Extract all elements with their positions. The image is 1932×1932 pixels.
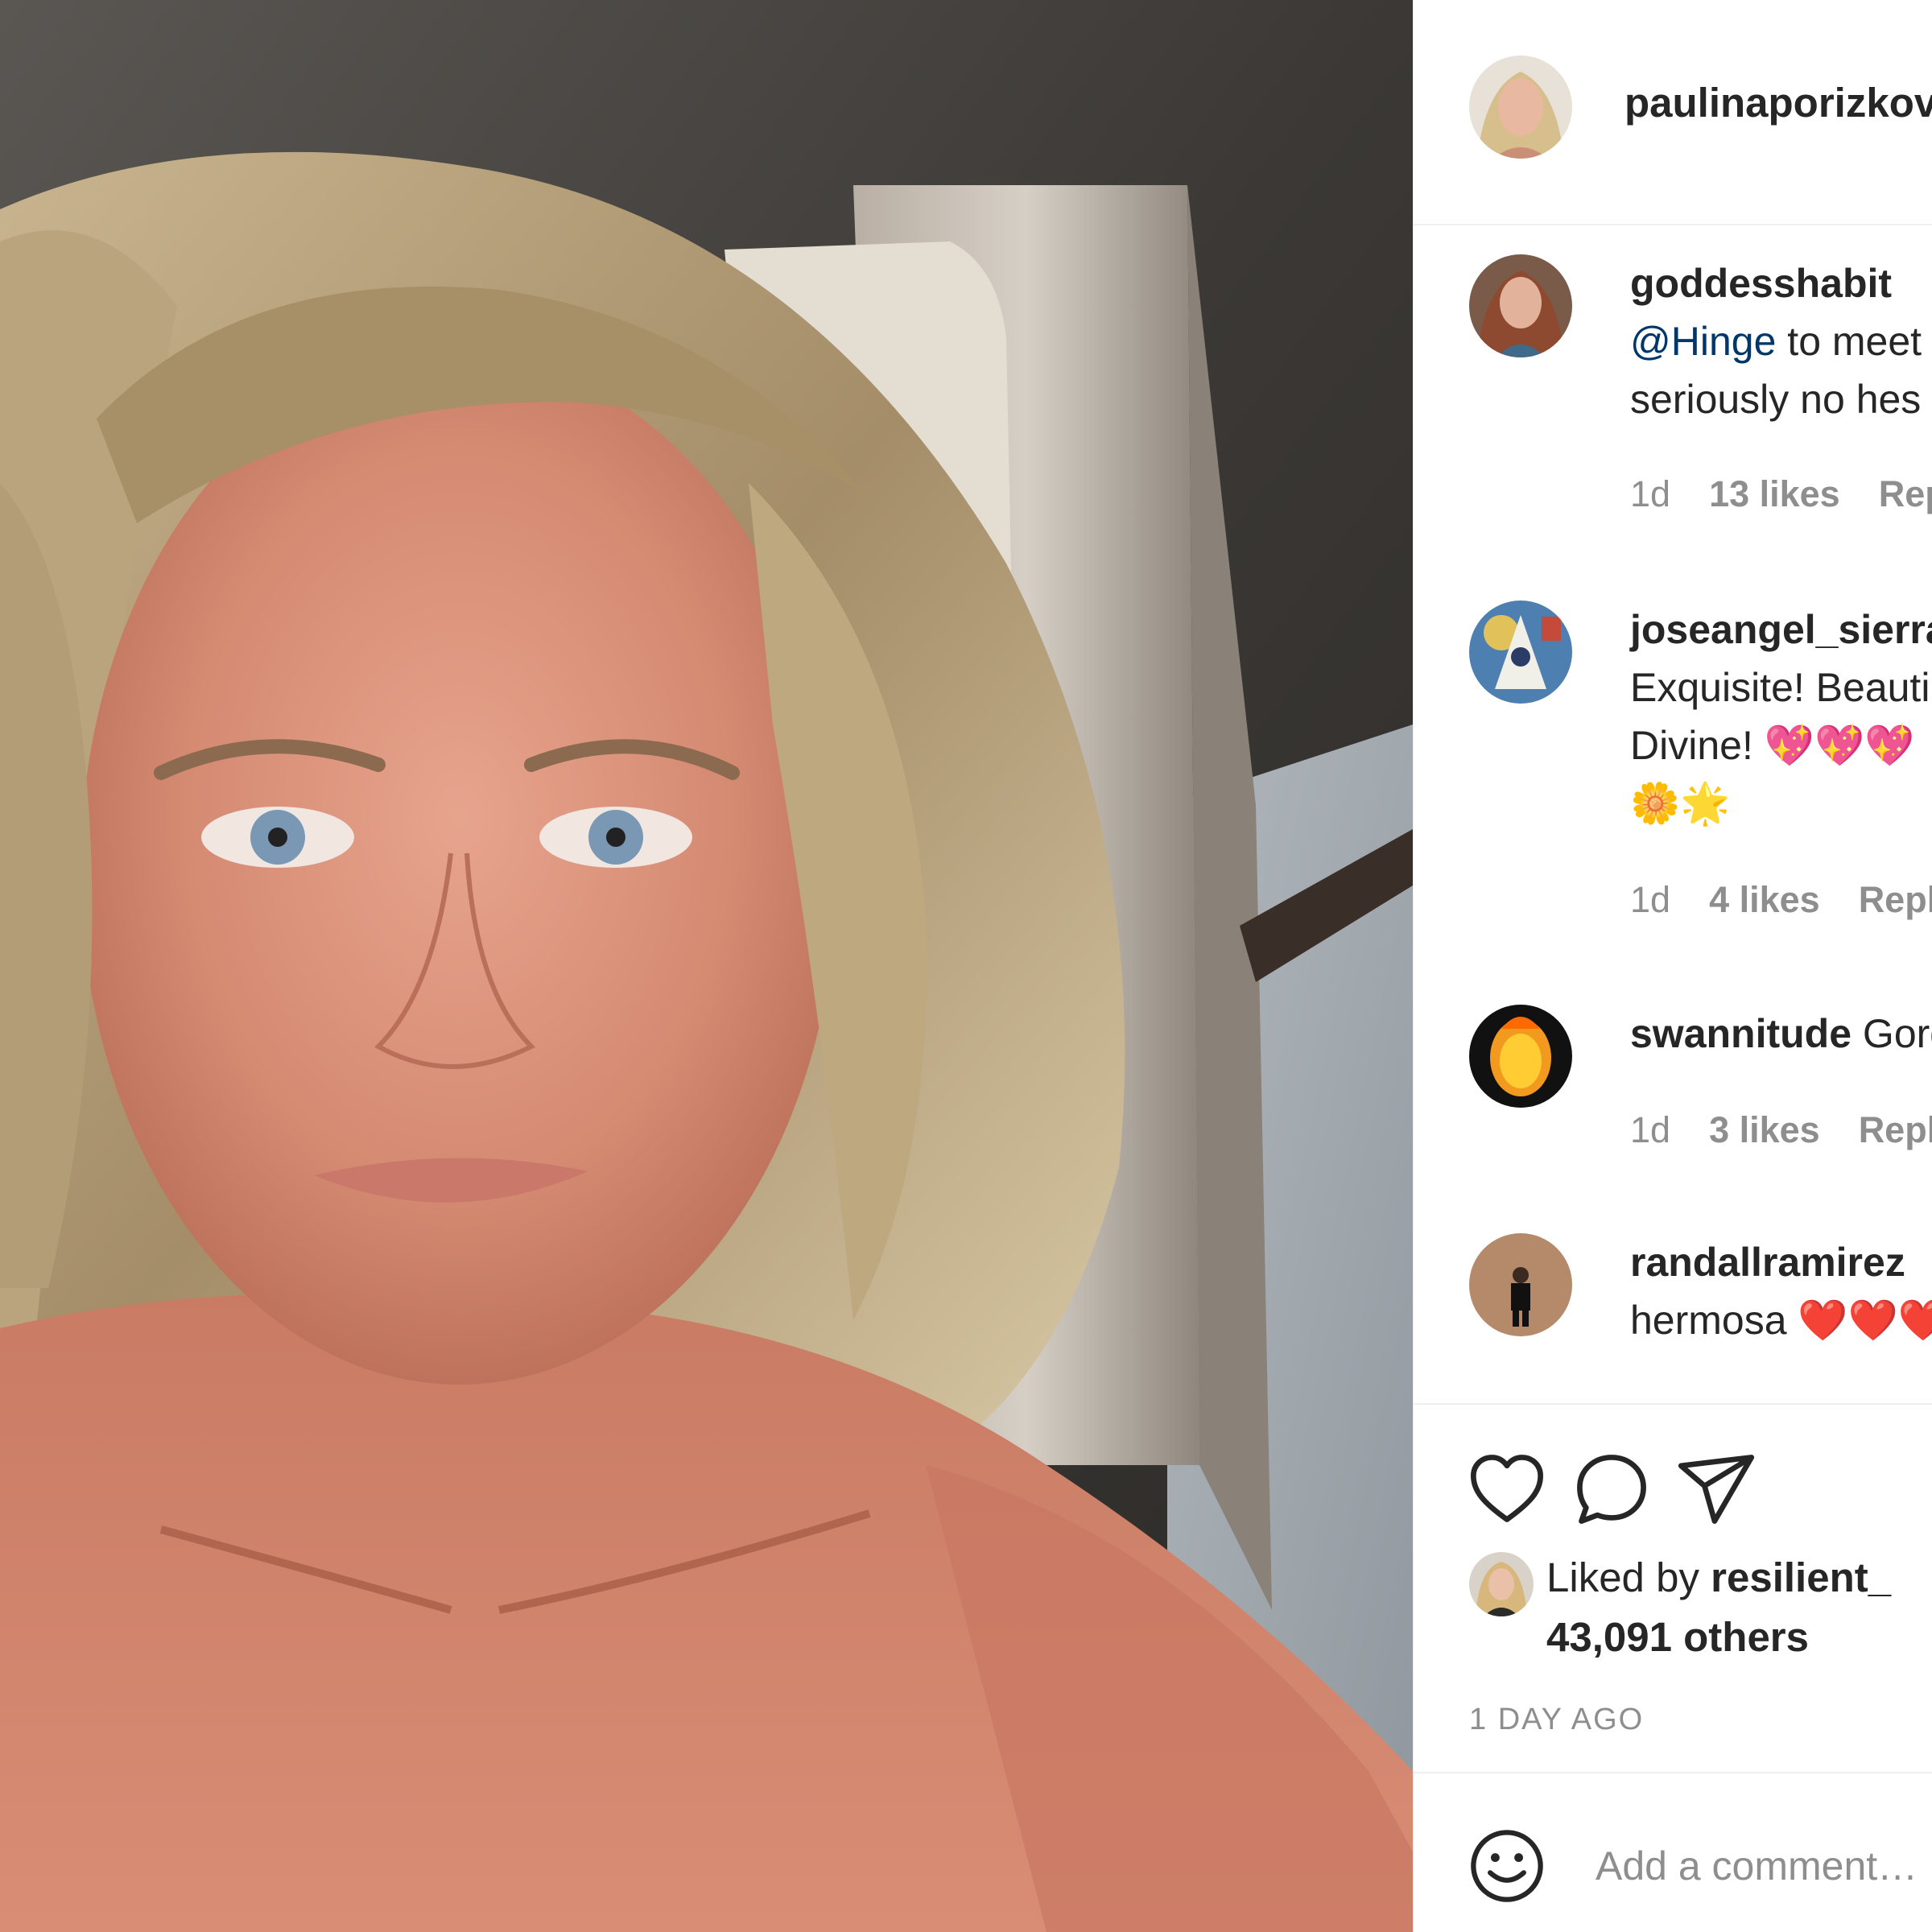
comment-age: 1d bbox=[1630, 1109, 1671, 1150]
comment-meta: 1d 13 likes Reply bbox=[1630, 473, 1932, 515]
smiley-icon[interactable] bbox=[1467, 1826, 1547, 1906]
liked-others-count[interactable]: 43,091 others bbox=[1546, 1608, 1809, 1667]
commenter-avatar[interactable] bbox=[1469, 254, 1572, 357]
liked-by-text: Liked by resilient_ bbox=[1546, 1548, 1891, 1608]
comment-text: to meet bbox=[1776, 319, 1922, 364]
comment-body: joseangel_sierra Exquisite! Beauti Divin… bbox=[1630, 601, 1932, 832]
add-comment-bar bbox=[1414, 1772, 1932, 1932]
author-username[interactable]: paulinaporizkova bbox=[1624, 79, 1932, 126]
comment-item: swannitude Gorgeous 1d 3 likes Reply bbox=[1414, 1005, 1932, 1166]
comment-body: goddesshabit @Hinge to meet seriously no… bbox=[1630, 254, 1922, 428]
comment-likes[interactable]: 3 likes bbox=[1709, 1109, 1820, 1150]
comment-text: Divine! 💖💖💖 bbox=[1630, 723, 1915, 768]
comment-bubble-icon[interactable] bbox=[1571, 1449, 1652, 1530]
add-comment-input[interactable] bbox=[1596, 1830, 1932, 1902]
comment-likes[interactable]: 13 likes bbox=[1709, 473, 1840, 514]
reply-button[interactable]: Reply bbox=[1879, 473, 1932, 514]
comment-likes[interactable]: 4 likes bbox=[1709, 879, 1820, 920]
comment-age: 1d bbox=[1630, 879, 1671, 920]
comment-item: joseangel_sierra Exquisite! Beauti Divin… bbox=[1414, 601, 1932, 939]
comment-username[interactable]: joseangel_sierra bbox=[1630, 607, 1932, 652]
liked-by-prefix: Liked by bbox=[1546, 1554, 1711, 1600]
paper-plane-icon[interactable] bbox=[1676, 1449, 1757, 1530]
post-photo[interactable] bbox=[0, 0, 1413, 1932]
comment-username[interactable]: randallramirez bbox=[1630, 1240, 1905, 1285]
comment-text: Gorgeous bbox=[1862, 1011, 1932, 1056]
comment-text: 🌼🌟 bbox=[1630, 781, 1731, 826]
commenter-avatar[interactable] bbox=[1469, 1005, 1572, 1108]
liker-avatar[interactable] bbox=[1469, 1552, 1534, 1616]
post-header: paulinaporizkova bbox=[1414, 0, 1932, 225]
post-sidebar: paulinaporizkova goddesshabit @Hinge to … bbox=[1413, 0, 1932, 1932]
comment-item: goddesshabit @Hinge to meet seriously no… bbox=[1414, 254, 1932, 544]
heart-icon[interactable] bbox=[1467, 1449, 1547, 1530]
commenter-avatar[interactable] bbox=[1469, 601, 1572, 704]
author-avatar[interactable] bbox=[1469, 56, 1572, 159]
comment-username[interactable]: goddesshabit bbox=[1630, 261, 1892, 306]
post-actions: Liked by resilient_ 43,091 others 1 DAY … bbox=[1414, 1403, 1932, 1775]
instagram-post-view: paulinaporizkova goddesshabit @Hinge to … bbox=[0, 0, 1932, 1932]
comment-item: randallramirez hermosa ❤️❤️❤️ bbox=[1414, 1233, 1932, 1378]
reply-button[interactable]: Reply bbox=[1859, 1109, 1932, 1150]
comment-text: hermosa ❤️❤️❤️ bbox=[1630, 1298, 1932, 1343]
comment-meta: 1d 3 likes Reply bbox=[1630, 1109, 1932, 1151]
comment-text: seriously no hes bbox=[1630, 377, 1922, 422]
comment-username[interactable]: swannitude bbox=[1630, 1011, 1852, 1056]
post-timestamp[interactable]: 1 DAY AGO bbox=[1469, 1703, 1644, 1737]
commenter-avatar[interactable] bbox=[1469, 1233, 1572, 1336]
comment-text: Exquisite! Beauti bbox=[1630, 665, 1930, 710]
comment-age: 1d bbox=[1630, 473, 1671, 514]
liked-by-user[interactable]: resilient_ bbox=[1711, 1554, 1891, 1600]
comment-mention[interactable]: @Hinge bbox=[1630, 319, 1776, 364]
reply-button[interactable]: Reply bbox=[1859, 879, 1932, 920]
comment-meta: 1d 4 likes Reply bbox=[1630, 879, 1932, 921]
comment-body: swannitude Gorgeous bbox=[1630, 1005, 1932, 1063]
comment-body: randallramirez hermosa ❤️❤️❤️ bbox=[1630, 1233, 1932, 1349]
